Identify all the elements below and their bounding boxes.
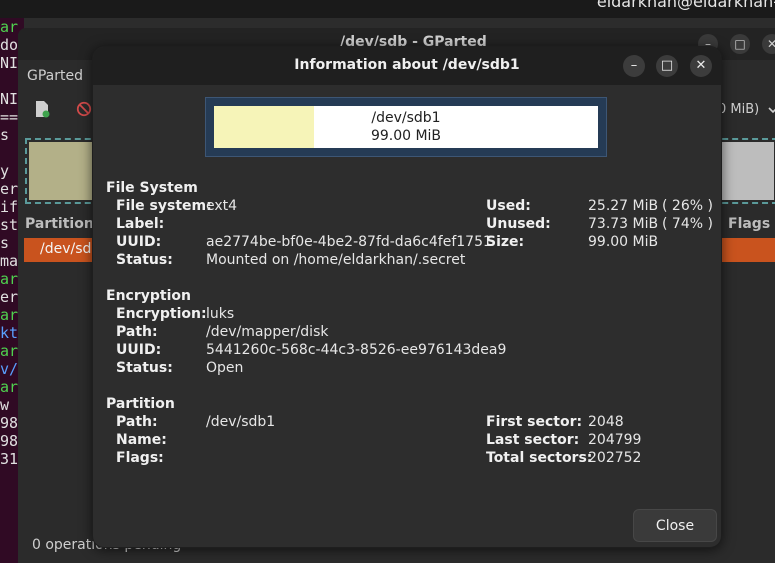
terminal-line: ar <box>0 378 19 396</box>
terminal-line: ar <box>0 306 19 324</box>
usage-graphic-bar: /dev/sdb1 99.00 MiB <box>214 106 598 148</box>
terminal-line: do <box>0 36 19 54</box>
fs-uuid-value: ae2774be-bf0e-4be2-87fd-da6c4fef1751 <box>206 234 492 250</box>
terminal-line: == <box>0 108 19 126</box>
gparted-close-button[interactable]: ✕ <box>762 34 775 54</box>
fs-type-value: ext4 <box>206 198 238 214</box>
unused-percent: ( 74% ) <box>662 216 713 232</box>
part-path-label: Path: <box>116 414 158 430</box>
partition-info-dialog[interactable]: Information about /dev/sdb1 – □ ✕ /dev/s… <box>92 46 722 548</box>
dialog-header-bar[interactable]: Information about /dev/sdb1 – □ ✕ <box>93 47 721 85</box>
delete-partition-icon[interactable] <box>76 100 92 118</box>
fs-status-label: Status: <box>116 252 173 268</box>
gparted-maximize-button[interactable]: □ <box>730 34 750 54</box>
terminal-line: ar <box>0 342 19 360</box>
partition-heading: Partition <box>106 396 175 412</box>
terminal-line: 31 <box>0 450 19 468</box>
terminal-line: ar <box>0 270 19 288</box>
terminal-line: NI <box>0 54 19 72</box>
terminal-line: ar <box>0 18 19 36</box>
first-sector-label: First sector: <box>486 414 583 430</box>
terminal-line: kt <box>0 324 19 342</box>
column-header-partition[interactable]: Partition <box>25 216 94 232</box>
new-partition-icon[interactable] <box>34 100 50 118</box>
fs-uuid-label: UUID: <box>116 234 162 250</box>
dialog-close-button[interactable]: ✕ <box>690 55 712 77</box>
first-sector-value: 2048 <box>588 414 624 430</box>
enc-uuid-value: 5441260c-568c-44c3-8526-ee976143dea9 <box>206 342 507 358</box>
terminal-line: s <box>0 234 10 252</box>
usage-graphic: /dev/sdb1 99.00 MiB <box>205 97 607 157</box>
total-sectors-label: Total sectors: <box>486 450 593 466</box>
last-sector-label: Last sector: <box>486 432 580 448</box>
terminal-line: w <box>0 396 10 414</box>
terminal-line: y <box>0 162 10 180</box>
encryption-heading: Encryption <box>106 288 191 304</box>
used-label: Used: <box>486 198 531 214</box>
terminal-line: st <box>0 216 19 234</box>
usage-size-label: 99.00 MiB <box>370 128 442 144</box>
terminal-line: 98 <box>0 432 19 450</box>
fs-status-value: Mounted on /home/eldarkhan/.secret <box>206 252 466 268</box>
enc-path-label: Path: <box>116 324 158 340</box>
column-header-flags[interactable]: Flags <box>728 216 770 232</box>
usage-device-label: /dev/sdb1 <box>371 110 441 126</box>
fs-type-label: File system: <box>116 198 212 214</box>
used-percent: ( 26% ) <box>662 198 713 214</box>
unallocated-graphic[interactable] <box>720 142 774 200</box>
enc-uuid-label: UUID: <box>116 342 162 358</box>
chevron-down-icon[interactable] <box>768 106 775 114</box>
top-bar-user-host: eldarkhan@eldarkhan- <box>596 0 775 11</box>
part-path-value: /dev/sdb1 <box>206 414 276 430</box>
total-sectors-value: 202752 <box>588 450 642 466</box>
terminal-line: NI <box>0 90 19 108</box>
fs-label-label: Label: <box>116 216 165 232</box>
terminal-line: v/ <box>0 360 19 378</box>
enc-status-value: Open <box>206 360 244 376</box>
terminal-line: s <box>0 126 10 144</box>
unused-label: Unused: <box>486 216 551 232</box>
part-name-label: Name: <box>116 432 167 448</box>
terminal-line: er <box>0 180 19 198</box>
enc-status-label: Status: <box>116 360 173 376</box>
terminal-line: ma <box>0 252 19 270</box>
dialog-maximize-button[interactable]: □ <box>656 55 678 77</box>
unused-value: 73.73 MiB <box>588 216 659 232</box>
used-value: 25.27 MiB <box>588 198 659 214</box>
terminal-line: 98 <box>0 414 19 432</box>
terminal-line: er <box>0 288 19 306</box>
system-top-bar: eldarkhan@eldarkhan- <box>0 0 775 18</box>
dialog-minimize-button[interactable]: – <box>623 55 645 77</box>
filesystem-heading: File System <box>106 180 198 196</box>
enc-type-value: luks <box>206 306 235 322</box>
partition-graphic[interactable] <box>29 142 93 200</box>
size-label: Size: <box>486 234 525 250</box>
size-value: 99.00 MiB <box>588 234 659 250</box>
gparted-menu[interactable]: GParted <box>27 68 83 84</box>
close-button[interactable]: Close <box>633 509 717 542</box>
part-flags-label: Flags: <box>116 450 164 466</box>
enc-type-label: Encryption: <box>116 306 207 322</box>
last-sector-value: 204799 <box>588 432 642 448</box>
enc-path-value: /dev/mapper/disk <box>206 324 329 340</box>
terminal-line: if <box>0 198 19 216</box>
device-selector[interactable]: 0 MiB) <box>718 102 759 117</box>
